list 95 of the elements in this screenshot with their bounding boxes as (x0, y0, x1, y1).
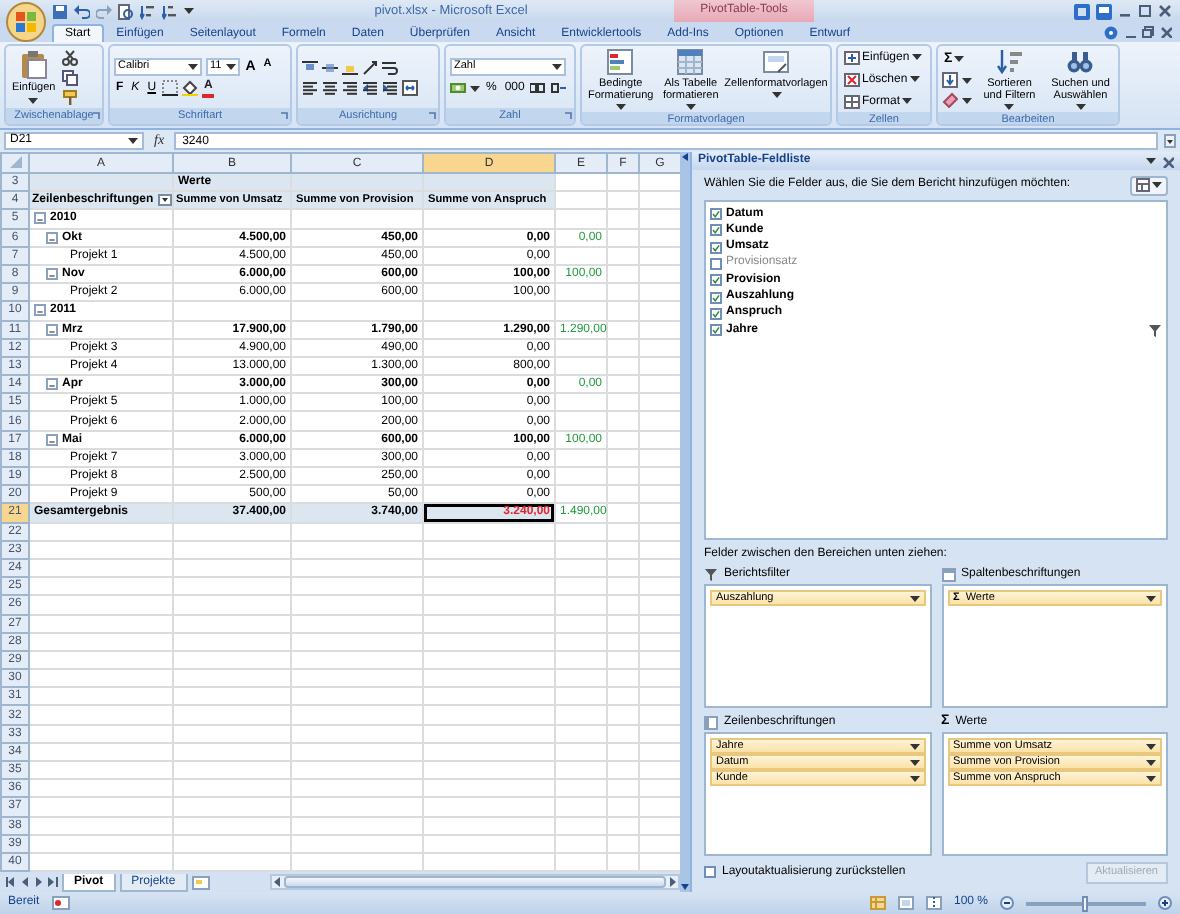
caret-icon (911, 54, 922, 60)
dialog-launcher-icon[interactable] (92, 112, 100, 120)
checkbox[interactable] (710, 291, 722, 304)
sort-filter-icon (995, 48, 1024, 76)
align-center-icon[interactable] (322, 79, 338, 95)
print-preview-icon[interactable] (118, 3, 134, 19)
checkbox[interactable] (710, 274, 722, 287)
app-icon[interactable] (1074, 3, 1090, 19)
eraser-icon[interactable] (942, 92, 958, 109)
fill-down-icon[interactable] (942, 72, 958, 89)
scrollbar-thumb[interactable] (284, 876, 666, 889)
page-layout-icon[interactable] (897, 896, 914, 910)
sort-ascending-icon[interactable] (140, 3, 156, 19)
collapse-icon[interactable] (46, 268, 58, 281)
orientation-icon[interactable] (362, 59, 378, 75)
checkbox[interactable] (710, 258, 722, 271)
checkbox[interactable] (710, 208, 722, 221)
undo-icon[interactable] (74, 3, 90, 19)
insert-cells-icon (844, 49, 860, 65)
tab-scroll-icon[interactable] (48, 876, 58, 889)
help-icon[interactable] (1104, 25, 1118, 39)
filter-icon (704, 567, 718, 582)
bars-icon (606, 48, 635, 76)
caret-icon (184, 8, 194, 14)
caret-icon (188, 63, 198, 69)
caret-icon (954, 56, 965, 63)
checkbox[interactable] (710, 241, 722, 254)
caret-icon (1146, 595, 1156, 602)
copy-icon[interactable] (61, 69, 78, 85)
layout-icon (1136, 178, 1150, 192)
border-icon[interactable] (162, 80, 179, 96)
clipboard-icon (19, 50, 48, 81)
caret-icon (470, 85, 480, 91)
corner-icon (9, 155, 21, 168)
checkbox[interactable] (710, 224, 722, 237)
caret-icon (902, 98, 913, 104)
delete-cells-icon (844, 71, 860, 87)
checkbox[interactable] (710, 307, 722, 320)
zoom-in-icon[interactable] (1158, 896, 1172, 910)
increase-indent-icon[interactable] (382, 79, 398, 95)
zoom-out-icon[interactable] (1000, 896, 1014, 910)
fill-color-icon[interactable] (182, 80, 199, 96)
cell-styles-icon (762, 48, 790, 76)
app-icon[interactable] (1096, 3, 1112, 19)
caret-icon (962, 97, 972, 104)
collapse-icon[interactable] (34, 212, 46, 225)
format-cells-icon (844, 93, 860, 109)
caret-icon (962, 77, 972, 84)
currency-icon[interactable] (450, 80, 466, 96)
collapse-icon[interactable] (46, 378, 58, 391)
caret-icon (28, 97, 39, 104)
rows-icon (704, 715, 718, 730)
sort-descending-icon[interactable] (162, 3, 178, 19)
columns-icon (941, 567, 955, 582)
slider-thumb[interactable] (1082, 895, 1088, 911)
tab-scroll-icon[interactable] (6, 876, 16, 889)
caret-icon (225, 63, 236, 69)
caret-icon (128, 138, 138, 144)
table-icon (676, 48, 705, 76)
collapse-icon[interactable] (46, 433, 58, 446)
align-middle-icon[interactable] (322, 59, 338, 75)
decrease-decimal-icon[interactable] (550, 80, 567, 96)
format-painter-icon[interactable] (61, 89, 78, 105)
maximize-icon[interactable] (1138, 4, 1152, 18)
caret-icon (1146, 158, 1156, 164)
new-sheet-icon[interactable] (191, 875, 210, 890)
increase-decimal-icon[interactable] (530, 80, 547, 96)
macro-record-icon[interactable] (51, 896, 70, 910)
layout-button[interactable] (1130, 175, 1168, 195)
close-icon[interactable] (1160, 26, 1172, 38)
align-left-icon[interactable] (302, 79, 318, 95)
decrease-indent-icon[interactable] (362, 79, 378, 95)
caret-icon (1152, 182, 1162, 188)
caret-icon (771, 92, 781, 99)
close-icon[interactable] (1162, 155, 1174, 167)
merge-cells-icon[interactable] (402, 79, 418, 95)
checkbox[interactable] (710, 324, 722, 337)
align-right-icon[interactable] (342, 79, 358, 95)
collapse-icon[interactable] (46, 231, 58, 244)
collapse-icon[interactable] (46, 323, 58, 336)
checkbox[interactable] (704, 866, 716, 879)
page-break-icon[interactable] (925, 896, 942, 910)
restore-icon[interactable] (1142, 26, 1154, 38)
scissors-icon[interactable] (61, 49, 78, 65)
expand-icon[interactable] (1164, 134, 1176, 148)
filter-dropdown[interactable] (157, 192, 172, 209)
wrap-text-icon[interactable] (382, 59, 398, 75)
caret-icon (909, 76, 920, 82)
caret-icon (552, 63, 562, 69)
caret-icon (909, 595, 919, 602)
align-top-icon[interactable] (302, 59, 318, 75)
save-icon[interactable] (52, 3, 68, 19)
close-icon[interactable] (1158, 4, 1172, 18)
collapse-icon[interactable] (34, 304, 46, 317)
binoculars-icon (1066, 48, 1095, 76)
